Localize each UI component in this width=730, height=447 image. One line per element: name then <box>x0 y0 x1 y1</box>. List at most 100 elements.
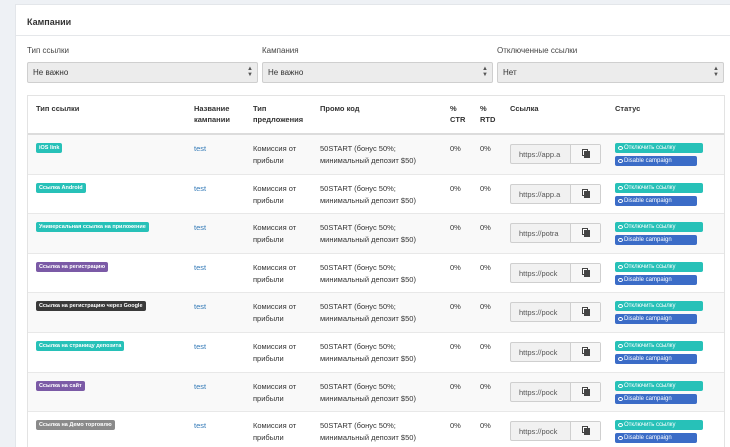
rtd-value: 0% <box>480 302 491 312</box>
disable-link-label: Отключить ссылку <box>624 422 676 429</box>
link-url-field[interactable]: https://potra <box>511 224 572 242</box>
link-url-field[interactable]: https://pock <box>511 303 572 321</box>
disable-link-button[interactable]: Отключить ссылку <box>615 261 703 272</box>
disable-campaign-button[interactable]: Disable campaign <box>615 274 697 285</box>
disable-link-button[interactable]: Отключить ссылку <box>615 340 703 351</box>
copy-button[interactable] <box>570 303 600 322</box>
offer-type: Комиссия от прибыли <box>253 144 297 165</box>
ctr-value: 0% <box>450 144 461 153</box>
disable-link-label: Отключить ссылку <box>624 303 676 310</box>
table-row: Ссылка на страницу депозита test Комисси… <box>28 333 724 373</box>
rtd-value: 0% <box>480 144 491 153</box>
disable-link-label: Отключить ссылку <box>624 342 676 349</box>
campaign-link[interactable]: test <box>194 381 206 393</box>
rtd-value: 0% <box>480 341 491 351</box>
copy-button[interactable] <box>570 342 600 361</box>
disable-campaign-button[interactable]: Disable campaign <box>615 156 697 166</box>
filter-label-link-type: Тип ссылки <box>27 46 69 55</box>
table-row: Ссылка на Демо торговлю test Комиссия от… <box>28 412 724 447</box>
rtd-value: 0% <box>480 223 491 233</box>
campaign-link[interactable]: test <box>194 420 206 432</box>
ctr-value: 0% <box>450 302 461 312</box>
filter-value-disabled-links: Нет <box>503 68 517 77</box>
table-body: iOS link test Комиссия от прибыли 50STAR… <box>28 135 724 447</box>
offer-type: Комиссия от прибыли <box>253 302 297 324</box>
link-type-badge: Ссылка на сайт <box>36 380 85 391</box>
link-type-badge: iOS link <box>36 143 63 153</box>
copy-button[interactable] <box>570 263 600 282</box>
rtd-value: 0% <box>480 183 491 193</box>
eye-icon <box>618 198 623 203</box>
promo-code: 50START (бонус 50%; минимальный депозит … <box>320 144 416 165</box>
disable-campaign-button[interactable]: Disable campaign <box>615 393 697 404</box>
disable-link-button[interactable]: Отключить ссылку <box>615 222 703 233</box>
table-row: Ссылка на регистрацию через Google test … <box>28 293 724 333</box>
copy-button[interactable] <box>570 422 600 441</box>
copy-button[interactable] <box>570 184 600 203</box>
eye-icon <box>618 396 623 401</box>
campaign-link[interactable]: test <box>194 301 206 313</box>
disable-campaign-button[interactable]: Disable campaign <box>615 353 697 364</box>
filter-select-disabled-links[interactable]: Нет ▲ ▼ <box>497 62 724 83</box>
copy-button[interactable] <box>570 145 600 163</box>
disable-link-button[interactable]: Отключить ссылку <box>615 182 703 193</box>
link-url-field[interactable]: https://pock <box>511 422 572 440</box>
offer-type: Комиссия от прибыли <box>253 183 297 205</box>
campaigns-panel: Кампании Тип ссылки Не важно ▲ ▼ Кампания… <box>15 4 730 447</box>
header-rtd: % RTD <box>480 104 496 124</box>
disable-link-button[interactable]: Отключить ссылку <box>615 301 703 312</box>
disable-campaign-label: Disable campaign <box>624 435 672 442</box>
copy-button[interactable] <box>570 382 600 401</box>
disable-campaign-button[interactable]: Disable campaign <box>615 235 697 246</box>
offer-type: Комиссия от прибыли <box>253 341 297 363</box>
disable-campaign-label: Disable campaign <box>624 316 672 323</box>
copy-icon <box>582 149 590 158</box>
eye-icon <box>618 225 623 230</box>
link-url-field[interactable]: https://app.a <box>511 185 572 203</box>
filter-select-campaign[interactable]: Не важно ▲ ▼ <box>262 62 493 83</box>
campaign-link[interactable]: test <box>194 222 206 234</box>
disable-campaign-label: Disable campaign <box>624 395 672 402</box>
link-url-field[interactable]: https://pock <box>511 264 572 282</box>
promo-code: 50START (бонус 50%; минимальный депозит … <box>320 262 416 284</box>
promo-code: 50START (бонус 50%; минимальный депозит … <box>320 381 416 403</box>
header-status: Статус <box>615 104 641 113</box>
link-url-field[interactable]: https://app.a <box>511 145 572 163</box>
disable-campaign-button[interactable]: Disable campaign <box>615 433 697 444</box>
filter-value-campaign: Не важно <box>268 68 304 77</box>
campaign-link[interactable]: test <box>194 183 206 195</box>
link-copy-group: https://pock <box>510 262 601 283</box>
filter-label-campaign: Кампания <box>262 46 299 55</box>
disable-link-button[interactable]: Отключить ссылку <box>615 380 703 391</box>
campaign-link[interactable]: test <box>194 341 206 353</box>
ctr-value: 0% <box>450 262 461 272</box>
disable-link-label: Отключить ссылку <box>624 382 676 389</box>
link-type-badge: Универсальная ссылка на приложение <box>36 222 149 233</box>
rtd-value: 0% <box>480 381 491 391</box>
header-link-type: Тип ссылки <box>36 104 80 113</box>
ctr-value: 0% <box>450 223 461 233</box>
link-url-field[interactable]: https://pock <box>511 383 572 401</box>
link-type-badge: Ссылка на регистрацию через Google <box>36 301 146 312</box>
header-promo: Промо код <box>320 104 360 113</box>
promo-code: 50START (бонус 50%; минимальный депозит … <box>320 302 416 324</box>
disable-link-button[interactable]: Отключить ссылку <box>615 143 703 153</box>
copy-button[interactable] <box>570 224 600 243</box>
link-copy-group: https://pock <box>510 421 601 442</box>
copy-icon <box>582 267 590 277</box>
disable-campaign-button[interactable]: Disable campaign <box>615 195 697 206</box>
campaign-link[interactable]: test <box>194 143 206 155</box>
filter-value-link-type: Не важно <box>33 68 69 77</box>
link-url-field[interactable]: https://pock <box>511 343 572 361</box>
disable-link-button[interactable]: Отключить ссылку <box>615 420 703 431</box>
eye-icon <box>618 423 623 428</box>
campaign-link[interactable]: test <box>194 262 206 274</box>
filter-select-link-type[interactable]: Не важно ▲ ▼ <box>27 62 258 83</box>
disable-campaign-button[interactable]: Disable campaign <box>615 314 697 325</box>
header-link: Ссылка <box>510 104 539 113</box>
eye-icon <box>618 264 623 269</box>
link-copy-group: https://pock <box>510 302 601 323</box>
offer-type: Комиссия от прибыли <box>253 421 297 443</box>
eye-icon <box>618 304 623 309</box>
table-row: Универсальная ссылка на приложение test … <box>28 214 724 254</box>
